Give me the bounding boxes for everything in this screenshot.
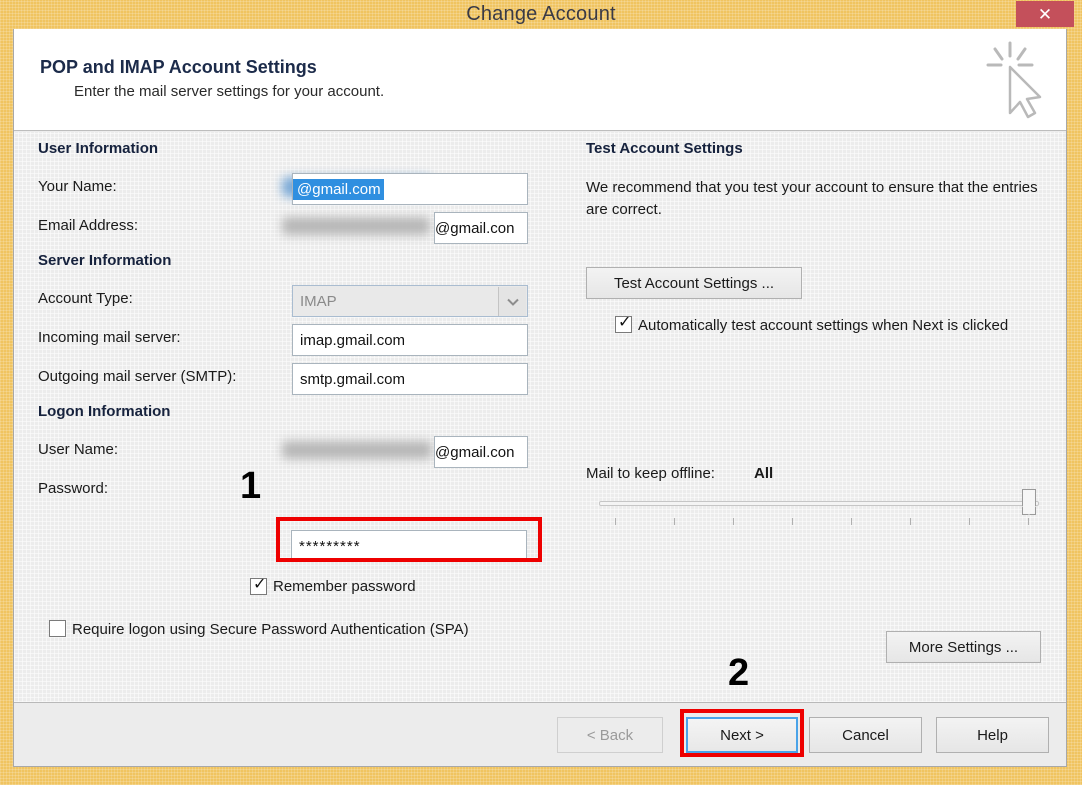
auto-test-label: Automatically test account settings when… [638,315,1038,337]
outgoing-mail-server-input[interactable]: smtp.gmail.com [292,363,528,395]
dialog-footer: < Back Next > Cancel Help [14,702,1066,765]
password-input[interactable]: ********* [291,530,527,562]
slider-tick [910,518,911,525]
section-server-information: Server Information [38,252,171,269]
mail-offline-slider-track[interactable] [599,501,1039,506]
slider-tick [851,518,852,525]
dialog-content: User Information Your Name: @gmail.com E… [14,132,1066,702]
annotation-number-2: 2 [728,654,749,692]
your-name-input[interactable]: @gmail.com [292,173,528,205]
remember-password-label: Remember password [273,578,416,595]
redacted-user-name [282,441,432,459]
email-address-value: @gmail.con [435,220,514,237]
your-name-value: @gmail.com [293,179,384,200]
remember-password-checkbox[interactable]: ✓ [250,578,267,595]
password-value: ********* [299,538,361,555]
mail-offline-slider-thumb[interactable] [1022,489,1036,515]
mouse-click-cursor-icon [982,39,1046,119]
checkmark-icon: ✓ [253,576,266,593]
change-account-window: Change Account ✕ POP and IMAP Account Se… [0,0,1082,785]
help-button[interactable]: Help [936,717,1049,753]
label-outgoing-mail-server: Outgoing mail server (SMTP): [38,368,236,385]
redacted-email-address [282,217,430,235]
section-test-account-settings: Test Account Settings [586,140,743,157]
page-subtitle: Enter the mail server settings for your … [74,83,384,100]
incoming-mail-server-input[interactable]: imap.gmail.com [292,324,528,356]
slider-tick [615,518,616,525]
require-spa-checkbox[interactable] [49,620,66,637]
user-name-value: @gmail.con [435,444,514,461]
slider-tick [1028,518,1029,525]
label-incoming-mail-server: Incoming mail server: [38,329,181,346]
label-user-name: User Name: [38,441,118,458]
close-button[interactable]: ✕ [1016,1,1074,27]
dialog-body: POP and IMAP Account Settings Enter the … [13,29,1067,767]
account-type-select[interactable]: IMAP [292,285,528,317]
back-button[interactable]: < Back [557,717,663,753]
chevron-down-icon[interactable] [498,287,526,317]
slider-tick [733,518,734,525]
account-type-value: IMAP [300,293,337,310]
email-address-input[interactable]: @gmail.con [434,212,528,244]
auto-test-checkbox[interactable]: ✓ [615,316,632,333]
test-account-settings-button[interactable]: Test Account Settings ... [586,267,802,299]
user-name-input[interactable]: @gmail.con [434,436,528,468]
next-button[interactable]: Next > [686,717,798,753]
title-bar: Change Account ✕ [0,0,1082,29]
annotation-number-1: 1 [240,467,261,505]
more-settings-button[interactable]: More Settings ... [886,631,1041,663]
mail-to-keep-offline-label: Mail to keep offline: [586,465,715,482]
section-logon-information: Logon Information [38,403,170,420]
slider-tick [674,518,675,525]
checkmark-icon: ✓ [618,314,631,331]
window-title: Change Account [0,3,1082,26]
dialog-header: POP and IMAP Account Settings Enter the … [14,29,1066,131]
outgoing-mail-server-value: smtp.gmail.com [300,371,405,388]
label-email-address: Email Address: [38,217,138,234]
cancel-button[interactable]: Cancel [809,717,922,753]
label-account-type: Account Type: [38,290,133,307]
slider-tick [969,518,970,525]
require-spa-label: Require logon using Secure Password Auth… [72,619,512,641]
page-title: POP and IMAP Account Settings [40,57,317,78]
label-password: Password: [38,480,108,497]
incoming-mail-server-value: imap.gmail.com [300,332,405,349]
test-account-description: We recommend that you test your account … [586,177,1056,221]
mail-to-keep-offline-value: All [754,465,773,482]
label-your-name: Your Name: [38,178,117,195]
section-user-information: User Information [38,140,158,157]
slider-tick [792,518,793,525]
close-icon: ✕ [1038,6,1052,23]
